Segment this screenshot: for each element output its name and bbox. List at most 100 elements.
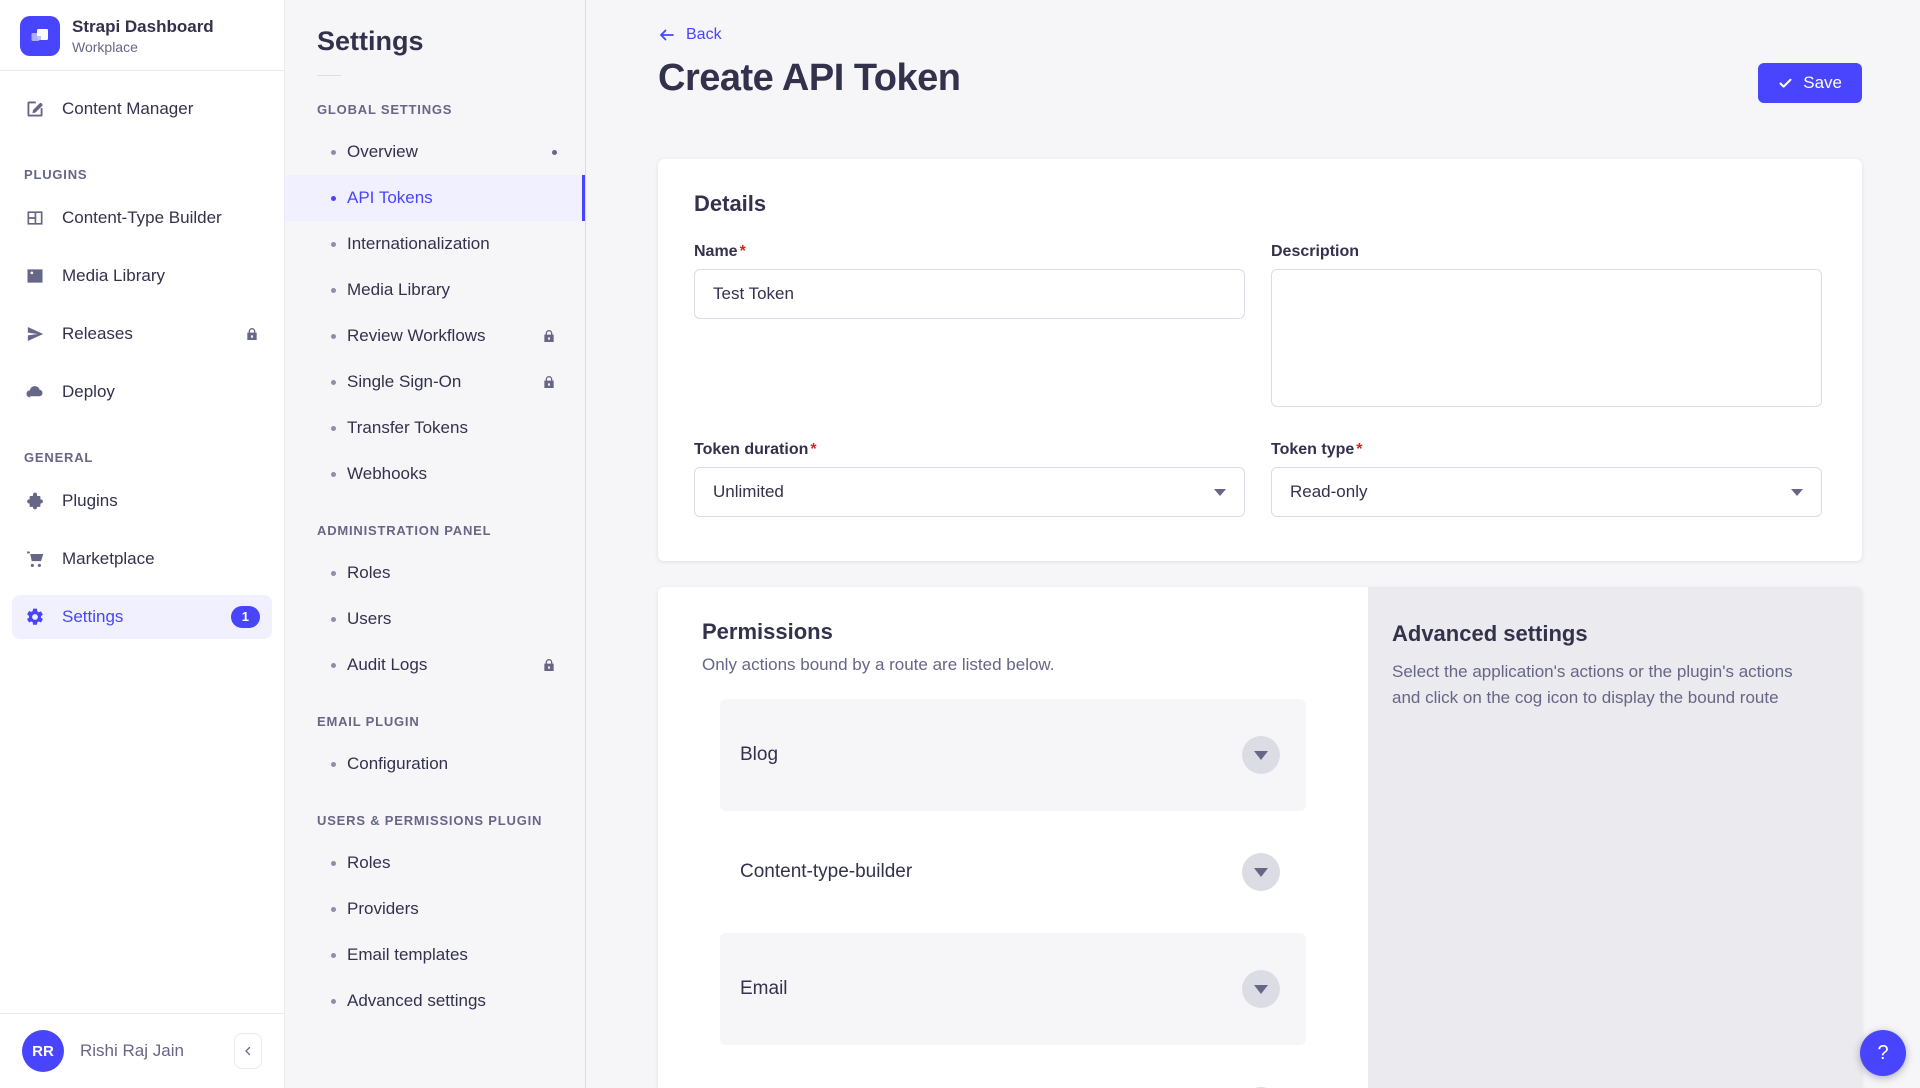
sidebar-item-label: Marketplace [62,549,155,569]
bullet-icon [331,472,336,477]
settings-item-label: Transfer Tokens [347,418,468,438]
sidebar-item-media-library[interactable]: Media Library [12,254,272,298]
settings-item-label: Webhooks [347,464,427,484]
name-input[interactable] [694,269,1245,319]
settings-item-webhooks[interactable]: Webhooks [285,451,585,497]
sidebar-section-general: GENERAL [12,428,272,479]
name-field-group: Name* [694,243,1245,407]
workspace-switcher[interactable]: Strapi Dashboard Workplace [0,0,284,70]
caret-down-icon [1214,489,1226,496]
permissions-subtitle: Only actions bound by a route are listed… [702,655,1324,675]
expand-email-button[interactable] [1242,970,1280,1008]
settings-section-email-plugin: EMAIL PLUGIN [285,688,585,741]
caret-down-icon [1254,868,1268,877]
settings-item-single-sign-on[interactable]: Single Sign-On [285,359,585,405]
accordion-email[interactable]: Email [720,933,1306,1045]
bullet-icon [331,242,336,247]
settings-item-label: Overview [347,142,418,162]
settings-section-global: GLOBAL SETTINGS [285,76,585,129]
avatar: RR [22,1030,64,1072]
workspace-name: Workplace [72,39,214,55]
bullet-icon [331,196,336,201]
check-icon [1778,76,1793,91]
lock-icon [244,326,260,342]
settings-item-roles-admin[interactable]: Roles [285,550,585,596]
settings-item-providers[interactable]: Providers [285,886,585,932]
save-button[interactable]: Save [1758,63,1862,103]
token-duration-value: Unlimited [713,482,784,502]
accordion-upload[interactable]: Upload [720,1050,1306,1088]
settings-item-label: Internationalization [347,234,490,254]
sidebar-item-marketplace[interactable]: Marketplace [12,537,272,581]
settings-section-users-permissions: USERS & PERMISSIONS PLUGIN [285,787,585,840]
user-menu[interactable]: RR Rishi Raj Jain [0,1013,284,1088]
sidebar-item-deploy[interactable]: Deploy [12,370,272,414]
bullet-icon [331,571,336,576]
token-type-select[interactable]: Read-only [1271,467,1822,517]
collapse-sidebar-button[interactable] [234,1033,262,1069]
bullet-icon [331,762,336,767]
token-duration-select[interactable]: Unlimited [694,467,1245,517]
token-duration-field-group: Token duration* Unlimited [694,441,1245,517]
sidebar-item-label: Settings [62,607,123,627]
help-button[interactable]: ? [1860,1030,1906,1076]
lock-icon [541,374,557,390]
bullet-icon [331,953,336,958]
settings-item-label: Roles [347,853,390,873]
app-root: Strapi Dashboard Workplace Content Manag… [0,0,1920,1088]
sidebar-item-label: Deploy [62,382,115,402]
settings-item-email-templates[interactable]: Email templates [285,932,585,978]
bullet-icon [331,861,336,866]
sidebar-section-plugins: PLUGINS [12,145,272,196]
sidebar-item-content-manager[interactable]: Content Manager [12,87,272,131]
sidebar-item-plugins[interactable]: Plugins [12,479,272,523]
caret-down-icon [1254,751,1268,760]
settings-item-overview[interactable]: Overview [285,129,585,175]
expand-blog-button[interactable] [1242,736,1280,774]
sidebar-item-label: Media Library [62,266,165,286]
sidebar-item-content-type-builder[interactable]: Content-Type Builder [12,196,272,240]
lock-icon [541,657,557,673]
expand-content-type-builder-button[interactable] [1242,853,1280,891]
token-duration-label: Token duration* [694,441,1245,459]
settings-item-audit-logs[interactable]: Audit Logs [285,642,585,688]
back-link[interactable]: Back [658,26,722,44]
settings-item-configuration[interactable]: Configuration [285,741,585,787]
bullet-icon [331,288,336,293]
sidebar-item-releases[interactable]: Releases [12,312,272,356]
permissions-card: Permissions Only actions bound by a rout… [658,587,1368,1088]
picture-icon [24,265,46,287]
main-sidebar: Strapi Dashboard Workplace Content Manag… [0,0,285,1088]
settings-item-api-tokens[interactable]: API Tokens [285,175,585,221]
settings-item-label: Providers [347,899,419,919]
settings-item-users[interactable]: Users [285,596,585,642]
settings-nav-title: Settings [285,0,585,57]
caret-down-icon [1254,985,1268,994]
bullet-icon [331,150,336,155]
sidebar-item-label: Plugins [62,491,118,511]
notification-dot-icon [552,150,557,155]
description-textarea[interactable] [1271,269,1822,407]
bullet-icon [331,907,336,912]
bullet-icon [331,426,336,431]
required-asterisk: * [740,243,746,260]
advanced-settings-title: Advanced settings [1392,621,1822,647]
description-field-group: Description [1271,243,1822,407]
sidebar-item-settings[interactable]: Settings 1 [12,595,272,639]
settings-item-transfer-tokens[interactable]: Transfer Tokens [285,405,585,451]
settings-item-roles-up[interactable]: Roles [285,840,585,886]
settings-item-media-library[interactable]: Media Library [285,267,585,313]
name-label: Name* [694,243,1245,261]
bullet-icon [331,999,336,1004]
settings-section-admin-panel: ADMINISTRATION PANEL [285,497,585,550]
settings-item-internationalization[interactable]: Internationalization [285,221,585,267]
settings-badge: 1 [231,606,260,628]
user-name: Rishi Raj Jain [80,1041,184,1061]
pen-icon [24,98,46,120]
settings-item-label: Single Sign-On [347,372,461,392]
settings-item-review-workflows[interactable]: Review Workflows [285,313,585,359]
settings-item-advanced-settings[interactable]: Advanced settings [285,978,585,1024]
arrow-left-icon [658,26,676,44]
accordion-content-type-builder[interactable]: Content-type-builder [720,816,1306,928]
accordion-blog[interactable]: Blog [720,699,1306,811]
